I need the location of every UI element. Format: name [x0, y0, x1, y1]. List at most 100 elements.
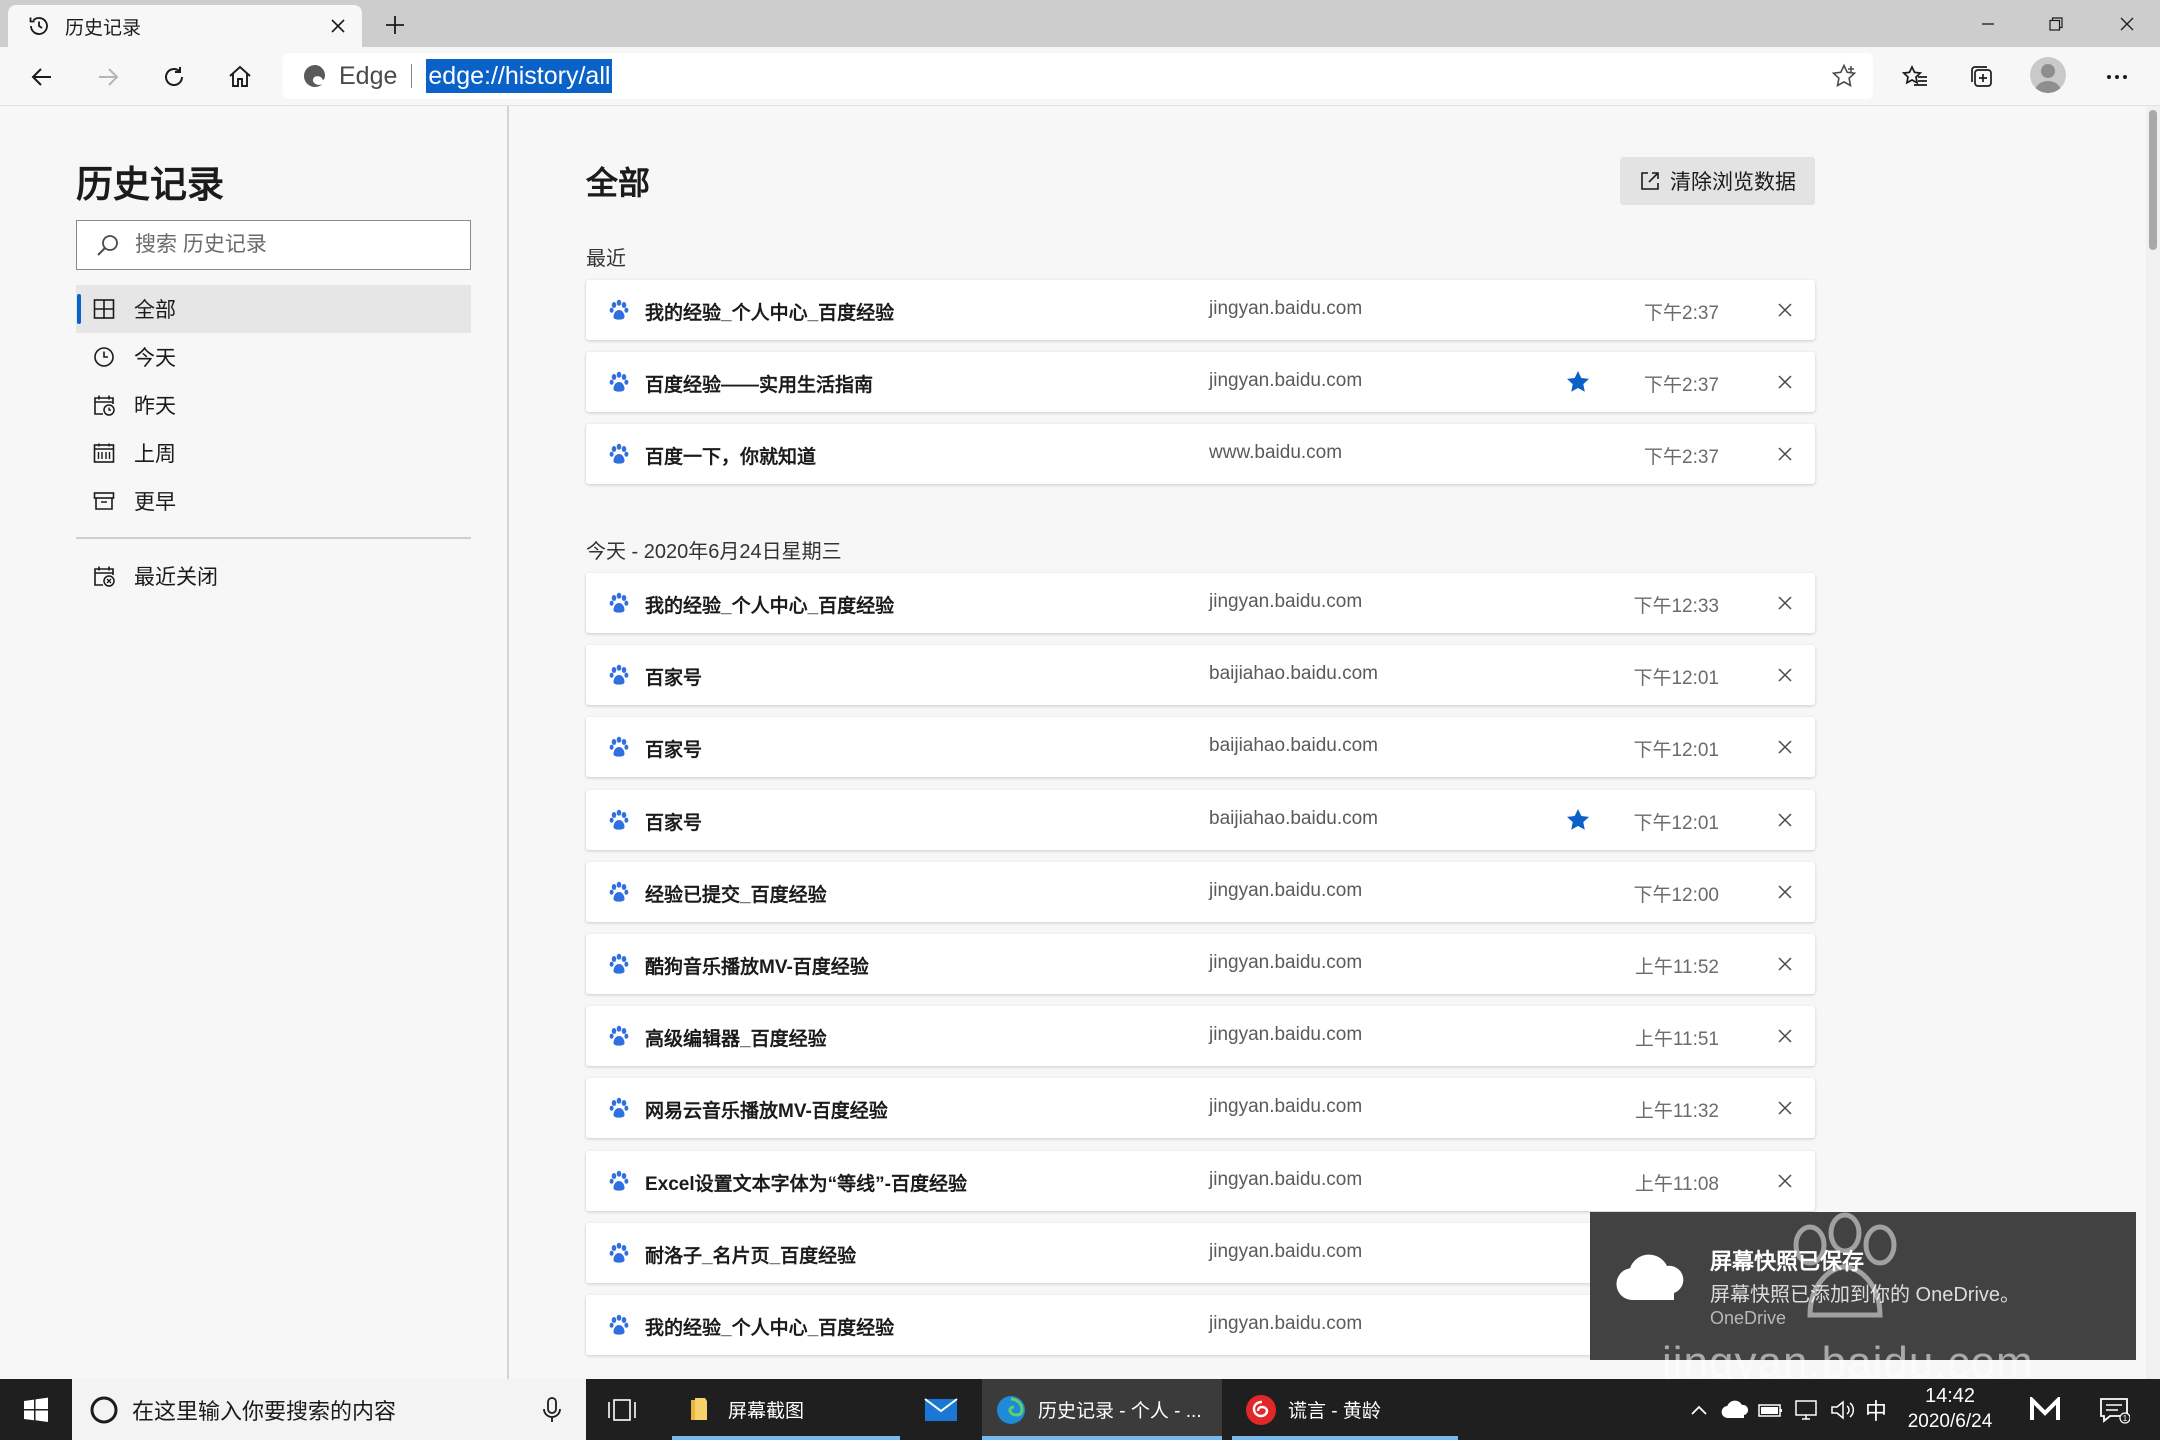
delete-entry-icon[interactable] [1772, 1095, 1798, 1121]
history-row-title[interactable]: 百家号 [645, 663, 702, 690]
history-row[interactable]: 百度经验——实用生活指南 jingyan.baidu.com 下午2:37 [586, 352, 1815, 412]
m-app-tray-icon[interactable] [2028, 1395, 2062, 1425]
nav-item-label: 今天 [134, 347, 176, 370]
action-center-icon[interactable]: 1 [2096, 1395, 2132, 1425]
history-row-title[interactable]: 我的经验_个人中心_百度经验 [645, 298, 894, 325]
back-button[interactable] [20, 55, 64, 99]
minimize-button[interactable] [1955, 0, 2021, 47]
history-row-title[interactable]: 耐洛子_名片页_百度经验 [645, 1241, 856, 1268]
task-view-button[interactable] [602, 1391, 642, 1429]
archive-icon [90, 487, 118, 515]
history-row[interactable]: 百家号 baijiahao.baidu.com 下午12:01 [586, 645, 1815, 705]
delete-entry-icon[interactable] [1772, 662, 1798, 688]
ime-indicator[interactable]: 中 [1862, 1395, 1890, 1425]
delete-entry-icon[interactable] [1772, 297, 1798, 323]
delete-entry-icon[interactable] [1772, 590, 1798, 616]
clear-browsing-data-button[interactable]: 清除浏览数据 [1620, 157, 1815, 205]
forward-button[interactable] [86, 55, 130, 99]
restore-button[interactable] [2023, 0, 2089, 47]
taskbar-app-mail[interactable] [912, 1379, 978, 1440]
history-row-time: 上午11:51 [1634, 1029, 1719, 1050]
taskbar-clock[interactable]: 14:42 2020/6/24 [1895, 1383, 2005, 1435]
baidu-paw-icon [606, 590, 632, 616]
browser-toolbar: Edge edge://history/all [0, 47, 2160, 106]
taskbar-app-screenshots[interactable]: 屏幕截图 [672, 1379, 900, 1440]
url-text[interactable]: edge://history/all [426, 59, 613, 93]
page-scrollbar[interactable] [2146, 106, 2160, 1379]
history-row-title[interactable]: 高级编辑器_百度经验 [645, 1024, 827, 1051]
baidu-paw-icon [606, 807, 632, 833]
new-tab-button[interactable] [378, 8, 412, 42]
add-favorite-icon[interactable] [1829, 61, 1859, 91]
start-button[interactable] [0, 1379, 72, 1440]
history-row[interactable]: 我的经验_个人中心_百度经验 jingyan.baidu.com 下午12:33 [586, 573, 1815, 633]
scrollbar-thumb[interactable] [2149, 110, 2157, 250]
volume-icon[interactable] [1828, 1395, 1858, 1425]
nav-item-last-week[interactable]: 上周 [76, 429, 471, 477]
tab-history[interactable]: 历史记录 [8, 5, 362, 47]
nav-item-label: 昨天 [134, 395, 176, 418]
refresh-button[interactable] [152, 55, 196, 99]
history-row[interactable]: 高级编辑器_百度经验 jingyan.baidu.com 上午11:51 [586, 1006, 1815, 1066]
battery-icon[interactable] [1756, 1395, 1786, 1425]
delete-entry-icon[interactable] [1772, 734, 1798, 760]
more-options-button[interactable] [2095, 55, 2139, 99]
history-row-title[interactable]: 酷狗音乐播放MV-百度经验 [645, 952, 869, 979]
address-bar[interactable]: Edge edge://history/all [283, 53, 1873, 99]
delete-entry-icon[interactable] [1772, 807, 1798, 833]
profile-avatar[interactable] [2030, 57, 2066, 93]
history-search-input[interactable] [135, 233, 455, 257]
baidu-jingyan-watermark-logo [1793, 1212, 1897, 1318]
history-row[interactable]: 我的经验_个人中心_百度经验 jingyan.baidu.com 下午2:37 [586, 280, 1815, 340]
history-row-title[interactable]: 百度经验——实用生活指南 [645, 370, 873, 397]
delete-entry-icon[interactable] [1772, 1168, 1798, 1194]
history-row-title[interactable]: Excel设置文本字体为“等线”-百度经验 [645, 1169, 967, 1196]
taskbar-app-edge[interactable]: 历史记录 - 个人 - ... [982, 1379, 1222, 1440]
taskbar-search-box[interactable]: 在这里输入你要搜索的内容 [72, 1379, 586, 1440]
delete-entry-icon[interactable] [1772, 441, 1798, 467]
history-row-title[interactable]: 百度一下，你就知道 [645, 442, 816, 469]
history-row[interactable]: 百度一下，你就知道 www.baidu.com 下午2:37 [586, 424, 1815, 484]
history-row[interactable]: 百家号 baijiahao.baidu.com 下午12:01 [586, 717, 1815, 777]
nav-item-yesterday[interactable]: 昨天 [76, 381, 471, 429]
baidu-paw-icon [606, 879, 632, 905]
taskbar-app-netease-music[interactable]: 谎言 - 黄龄 [1232, 1379, 1458, 1440]
delete-entry-icon[interactable] [1772, 369, 1798, 395]
history-row-title[interactable]: 我的经验_个人中心_百度经验 [645, 1313, 894, 1340]
running-indicator [1232, 1436, 1458, 1440]
delete-entry-icon[interactable] [1772, 951, 1798, 977]
history-group-header: 今天 - 2020年6月24日星期三 [586, 541, 842, 563]
network-icon[interactable] [1792, 1395, 1822, 1425]
nav-item-older[interactable]: 更早 [76, 477, 471, 525]
history-row[interactable]: 网易云音乐播放MV-百度经验 jingyan.baidu.com 上午11:32 [586, 1078, 1815, 1138]
close-tab-icon[interactable] [324, 12, 352, 40]
close-window-button[interactable] [2094, 0, 2160, 47]
history-search-box[interactable] [76, 220, 471, 270]
onedrive-tray-icon[interactable] [1720, 1395, 1750, 1425]
history-row-title[interactable]: 百家号 [645, 808, 702, 835]
history-row-title[interactable]: 百家号 [645, 735, 702, 762]
chevron-up-icon[interactable] [1684, 1395, 1714, 1425]
baidu-paw-icon [606, 369, 632, 395]
history-row-title[interactable]: 网易云音乐播放MV-百度经验 [645, 1096, 888, 1123]
history-row[interactable]: 酷狗音乐播放MV-百度经验 jingyan.baidu.com 上午11:52 [586, 934, 1815, 994]
home-button[interactable] [218, 55, 262, 99]
history-row-title[interactable]: 经验已提交_百度经验 [645, 880, 827, 907]
delete-entry-icon[interactable] [1772, 1023, 1798, 1049]
collections-button[interactable] [1960, 55, 2004, 99]
delete-entry-icon[interactable] [1772, 879, 1798, 905]
favorites-button[interactable] [1893, 55, 1937, 99]
microphone-icon[interactable] [538, 1395, 566, 1425]
history-row-time: 下午12:00 [1633, 885, 1719, 906]
history-row[interactable]: Excel设置文本字体为“等线”-百度经验 jingyan.baidu.com 上午… [586, 1151, 1815, 1211]
history-row-title[interactable]: 我的经验_个人中心_百度经验 [645, 591, 894, 618]
nav-item-today[interactable]: 今天 [76, 333, 471, 381]
running-indicator [672, 1436, 900, 1440]
nav-item-all[interactable]: 全部 [76, 285, 471, 333]
history-row-time: 下午12:01 [1633, 668, 1719, 689]
history-row[interactable]: 经验已提交_百度经验 jingyan.baidu.com 下午12:00 [586, 862, 1815, 922]
taskbar-search-text: 在这里输入你要搜索的内容 [132, 1398, 397, 1424]
history-row[interactable]: 百家号 baijiahao.baidu.com 下午12:01 [586, 790, 1815, 850]
nav-item-recently-closed[interactable]: 最近关闭 [76, 552, 471, 600]
history-row-domain: jingyan.baidu.com [1209, 1241, 1363, 1262]
